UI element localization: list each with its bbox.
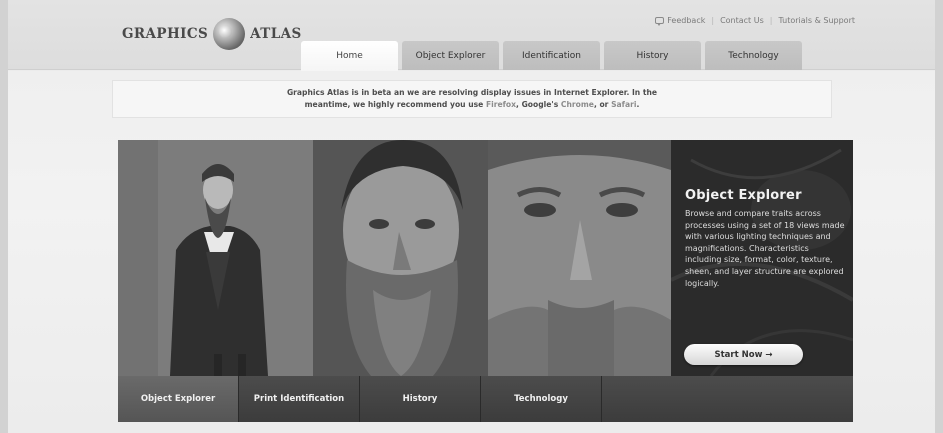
notice-text: , Google's bbox=[516, 100, 561, 109]
portrait-photo-full bbox=[118, 140, 313, 376]
hero-nav-print-identification[interactable]: Print Identification bbox=[239, 376, 360, 422]
logo-text-left: GRAPHICS bbox=[122, 26, 209, 42]
tab-home[interactable]: Home bbox=[301, 41, 398, 71]
beta-notice: Graphics Atlas is in beta an we are reso… bbox=[112, 80, 832, 118]
firefox-link[interactable]: Firefox bbox=[486, 100, 516, 109]
tab-technology[interactable]: Technology bbox=[705, 41, 802, 70]
hero-nav: Object Explorer Print Identification His… bbox=[118, 376, 853, 422]
hero-nav-history[interactable]: History bbox=[360, 376, 481, 422]
notice-text: meantime, we highly recommend you use bbox=[304, 100, 486, 109]
divider: | bbox=[769, 16, 773, 25]
notice-text: , or bbox=[593, 100, 612, 109]
divider: | bbox=[711, 16, 715, 25]
portrait-photo-closeup bbox=[488, 140, 671, 376]
site-logo[interactable]: GRAPHICS ATLAS bbox=[122, 18, 302, 50]
tab-object-explorer[interactable]: Object Explorer bbox=[402, 41, 499, 70]
feedback-link[interactable]: Feedback bbox=[667, 16, 705, 25]
chrome-link[interactable]: Chrome bbox=[561, 100, 594, 109]
logo-text-right: ATLAS bbox=[250, 26, 302, 42]
hero-nav-spacer bbox=[602, 376, 853, 422]
notice-line-1: Graphics Atlas is in beta an we are reso… bbox=[286, 88, 658, 97]
globe-logo-icon bbox=[213, 18, 246, 50]
utility-nav: Feedback | Contact Us | Tutorials & Supp… bbox=[655, 16, 855, 26]
hero-info-panel: Object Explorer Browse and compare trait… bbox=[685, 188, 845, 289]
safari-link[interactable]: Safari bbox=[611, 100, 636, 109]
hero-title: Object Explorer bbox=[685, 188, 802, 203]
main-tabs: Home Object Explorer Identification Hist… bbox=[301, 41, 802, 71]
notice-text: . bbox=[636, 100, 640, 109]
notice-line-2: meantime, we highly recommend you use Fi… bbox=[113, 99, 831, 111]
speech-bubble-icon bbox=[655, 17, 665, 26]
tab-identification[interactable]: Identification bbox=[503, 41, 600, 70]
start-now-button[interactable]: Start Now → bbox=[684, 344, 803, 365]
hero-nav-object-explorer[interactable]: Object Explorer bbox=[118, 376, 239, 422]
tab-history[interactable]: History bbox=[604, 41, 701, 70]
portrait-photo-bust bbox=[313, 140, 488, 376]
hero-banner: Object Explorer Browse and compare trait… bbox=[118, 140, 853, 422]
hero-nav-technology[interactable]: Technology bbox=[481, 376, 602, 422]
contact-us-link[interactable]: Contact Us bbox=[720, 16, 764, 25]
hero-description: Browse and compare traits across process… bbox=[685, 209, 845, 288]
tutorials-support-link[interactable]: Tutorials & Support bbox=[778, 16, 855, 25]
page: GRAPHICS ATLAS Feedback | Contact Us | T… bbox=[8, 0, 935, 433]
